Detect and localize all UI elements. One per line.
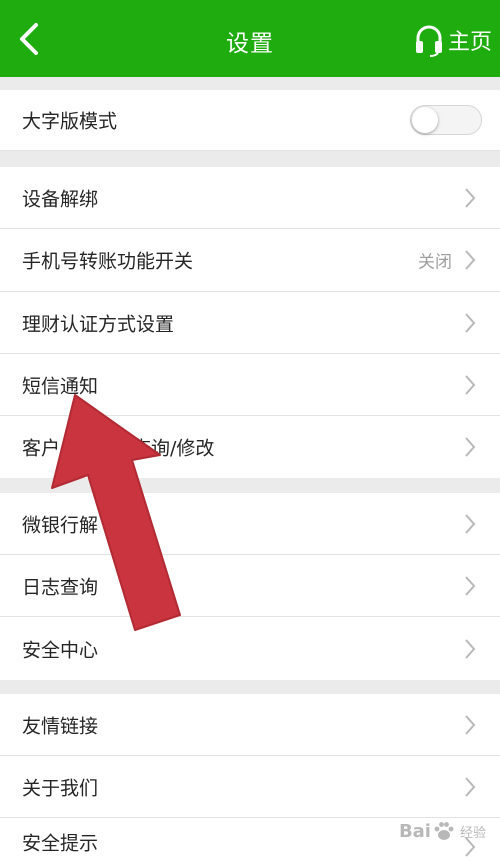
about-us-row[interactable]: 关于我们 bbox=[0, 756, 500, 818]
watermark-text: Bai bbox=[398, 820, 431, 842]
phone-transfer-row[interactable]: 手机号转账功能开关 关闭 bbox=[0, 229, 500, 292]
large-font-mode-toggle[interactable] bbox=[410, 105, 482, 135]
finance-auth-label: 理财认证方式设置 bbox=[22, 313, 175, 335]
large-font-mode-label: 大字版模式 bbox=[22, 110, 118, 133]
headset-icon bbox=[415, 25, 442, 57]
phone-transfer-status: 关闭 bbox=[418, 252, 452, 273]
home-label: 主页 bbox=[447, 30, 492, 55]
large-font-mode-row: 大字版模式 bbox=[0, 90, 500, 151]
chevron-right-icon bbox=[465, 575, 476, 596]
toggle-knob bbox=[412, 107, 438, 133]
chevron-right-icon bbox=[465, 250, 476, 270]
device-unbind-row[interactable]: 设备解绑 bbox=[0, 167, 500, 229]
home-button[interactable]: 主页 bbox=[414, 22, 492, 58]
security-tips-label: 安全提示 bbox=[22, 832, 99, 855]
about-us-label: 关于我们 bbox=[22, 777, 99, 799]
phone-transfer-label: 手机号转账功能开关 bbox=[22, 250, 194, 273]
finance-auth-row[interactable]: 理财认证方式设置 bbox=[0, 292, 500, 354]
chevron-right-icon bbox=[465, 374, 476, 395]
baidu-watermark: Bai 经验 bbox=[399, 820, 486, 842]
watermark-subtext: 经验 bbox=[459, 825, 486, 841]
chevron-right-icon bbox=[465, 187, 476, 208]
chevron-right-icon bbox=[465, 437, 476, 457]
annotation-arrow bbox=[51, 394, 181, 631]
friend-links-row[interactable]: 友情链接 bbox=[0, 694, 500, 756]
chevron-right-icon bbox=[465, 513, 476, 534]
chevron-right-icon bbox=[465, 312, 476, 333]
device-unbind-label: 设备解绑 bbox=[22, 188, 99, 210]
chevron-right-icon bbox=[465, 776, 476, 797]
chevron-right-icon bbox=[465, 714, 476, 735]
settings-screen: 设置 主页 大字版模式 设备解绑 手机号转账功能开关 关闭 理财认证方式设置 短… bbox=[0, 0, 500, 860]
paw-icon bbox=[434, 822, 454, 840]
chevron-right-icon bbox=[465, 638, 476, 659]
header-bar: 设置 主页 bbox=[0, 0, 500, 77]
section-divider bbox=[0, 77, 500, 90]
friend-links-label: 友情链接 bbox=[22, 715, 99, 737]
